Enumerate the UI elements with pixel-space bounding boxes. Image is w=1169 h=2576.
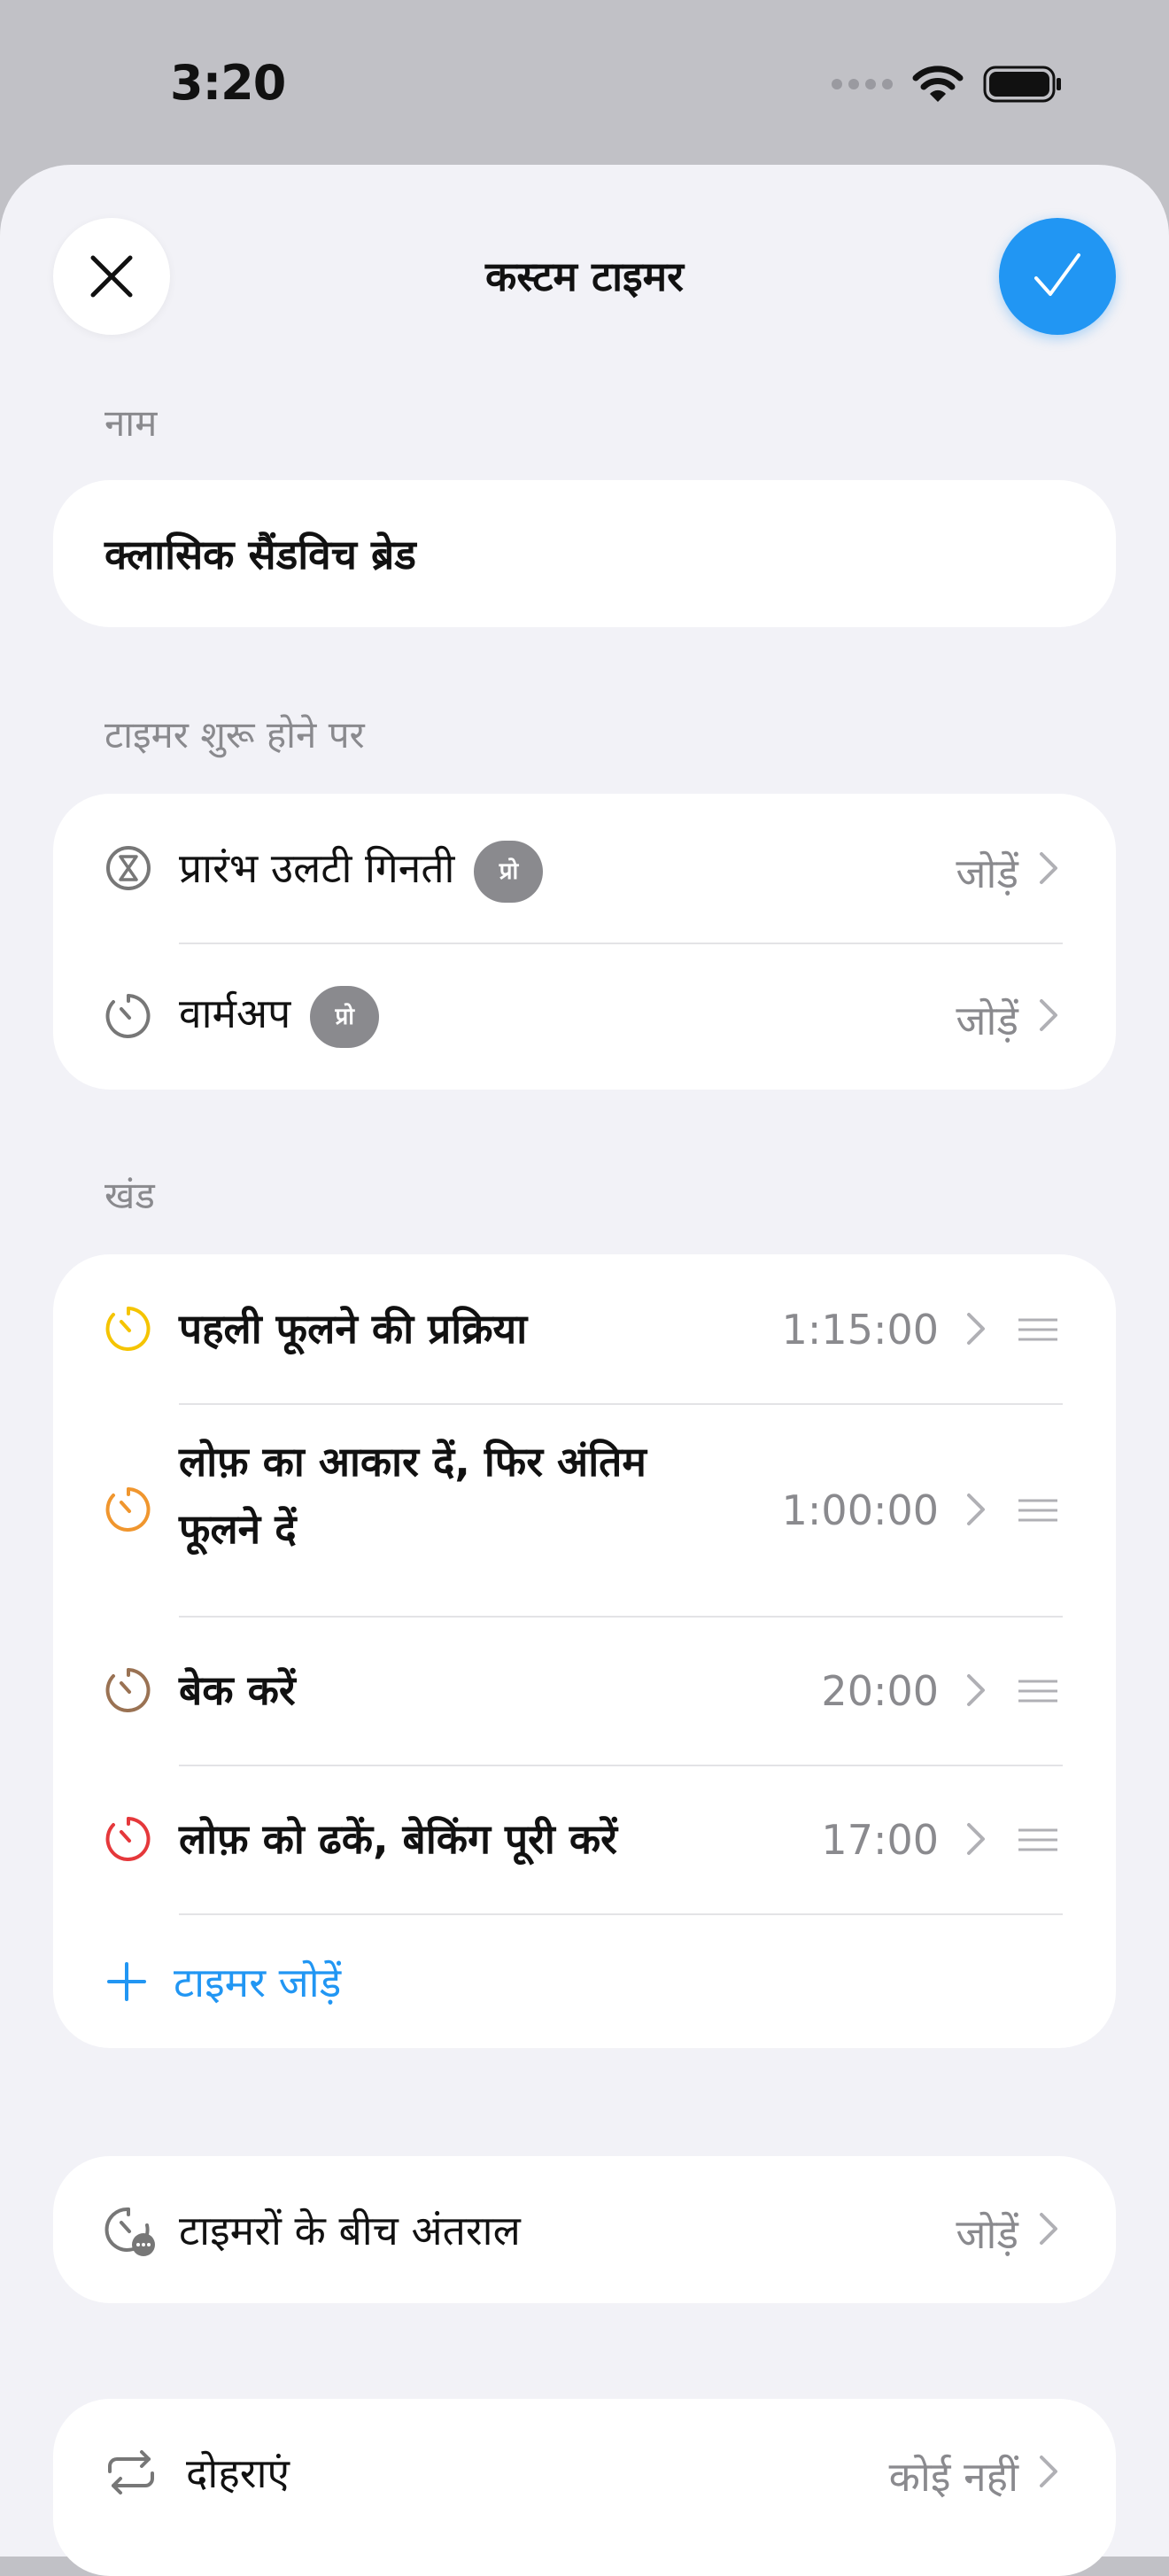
segment-name: पहली फूलने की प्रक्रिया [179, 1305, 528, 1353]
start-countdown-text: प्रारंभ उलटी गिनती प्रो [179, 840, 544, 903]
segment-duration: 1:15:00 [781, 1306, 939, 1354]
segments-card: पहली फूलने की प्रक्रिया 1:15:00 लोफ़ का … [53, 1254, 1116, 2048]
name-section-label: नाम [105, 401, 158, 445]
timer-icon [105, 1817, 151, 1861]
chevron-right-icon [967, 1494, 985, 1525]
chevron-right-icon [967, 1674, 985, 1706]
wifi-icon [912, 66, 964, 102]
drag-handle-icon[interactable] [1017, 1316, 1059, 1343]
timer-icon [105, 1668, 151, 1712]
segment-row[interactable]: लोफ़ को ढकें, बेकिंग पूरी करें 17:00 [53, 1765, 1116, 1913]
drag-handle-icon[interactable] [1017, 1497, 1059, 1524]
segment-row[interactable]: लोफ़ का आकार दें, फिर अंतिम फूलने दें 1:… [53, 1403, 1116, 1616]
checkmark-icon [1034, 253, 1080, 296]
chevron-right-icon [1040, 2213, 1057, 2245]
warmup-text: वार्मअप प्रो [179, 985, 380, 1048]
start-countdown-row[interactable]: प्रारंभ उलटी गिनती प्रो जोड़ें [53, 794, 1116, 943]
repeat-icon [108, 2450, 154, 2495]
custom-timer-sheet: कस्टम टाइमर नाम क्लासिक सैंडविच ब्रेड टा… [0, 165, 1169, 2576]
repeat-row[interactable]: दोहराएं कोई नहीं [53, 2399, 1116, 2576]
add-action: जोड़ें [956, 2210, 1018, 2258]
segment-name-line: फूलने दें [179, 1505, 297, 1553]
segment-duration: 1:00:00 [781, 1486, 939, 1534]
start-section-label: टाइमर शुरू होने पर [105, 713, 365, 757]
timer-icon [105, 1307, 151, 1351]
segment-name: लोफ़ को ढकें, बेकिंग पूरी करें [179, 1815, 617, 1863]
segment-duration: 20:00 [821, 1667, 939, 1715]
chevron-right-icon [1040, 999, 1057, 1031]
name-field[interactable]: क्लासिक सैंडविच ब्रेड [53, 480, 1116, 627]
add-action: जोड़ें [956, 997, 1018, 1044]
status-time: 3:20 [170, 55, 286, 111]
segment-row[interactable]: बेक करें 20:00 [53, 1616, 1116, 1765]
name-value: क्लासिक सैंडविच ब्रेड [105, 531, 416, 578]
status-icons [831, 62, 1063, 106]
hourglass-icon [106, 846, 151, 890]
repeat-label: दोहराएं [186, 2449, 290, 2497]
warmup-row[interactable]: वार्मअप प्रो जोड़ें [53, 943, 1116, 1090]
chevron-right-icon [967, 1313, 985, 1345]
add-timer-label: टाइमर जोड़ें [174, 1959, 342, 2006]
segment-name: बेक करें [179, 1666, 296, 1714]
signal-dots-icon [832, 79, 893, 89]
warmup-label: वार्मअप [179, 989, 291, 1037]
chevron-right-icon [1040, 2456, 1057, 2487]
drag-handle-icon[interactable] [1017, 1827, 1059, 1853]
page-title: कस्टम टाइमर [485, 252, 684, 300]
timer-icon [105, 994, 151, 1038]
interval-timer-icon [105, 2207, 155, 2256]
segment-name: लोफ़ का आकार दें, फिर अंतिम फूलने दें [179, 1428, 646, 1563]
timer-icon [105, 1487, 151, 1532]
add-action: जोड़ें [956, 850, 1018, 897]
battery-icon [983, 66, 1061, 103]
drag-handle-icon[interactable] [1017, 1678, 1059, 1704]
segment-duration: 17:00 [821, 1816, 939, 1864]
interval-label: टाइमरों के बीच अंतराल [179, 2207, 521, 2254]
interval-row[interactable]: टाइमरों के बीच अंतराल जोड़ें [53, 2156, 1116, 2303]
pro-badge: प्रो [310, 985, 380, 1048]
done-button[interactable] [999, 218, 1116, 335]
repeat-value: कोई नहीं [888, 2453, 1018, 2501]
chevron-right-icon [967, 1823, 985, 1855]
start-countdown-label: प्रारंभ उलटी गिनती [179, 844, 455, 892]
status-bar: 3:20 [0, 0, 1169, 168]
segment-row[interactable]: पहली फूलने की प्रक्रिया 1:15:00 [53, 1254, 1116, 1403]
plus-icon [107, 1962, 146, 2001]
start-options-card: प्रारंभ उलटी गिनती प्रो जोड़ें वार्मअप प्र… [53, 794, 1116, 1090]
pro-badge: प्रो [474, 840, 544, 903]
chevron-right-icon [1040, 852, 1057, 884]
add-timer-button[interactable]: टाइमर जोड़ें [53, 1913, 1116, 2048]
segment-name-line: लोफ़ का आकार दें, फिर अंतिम [179, 1438, 646, 1486]
segments-section-label: खंड [105, 1174, 155, 1217]
